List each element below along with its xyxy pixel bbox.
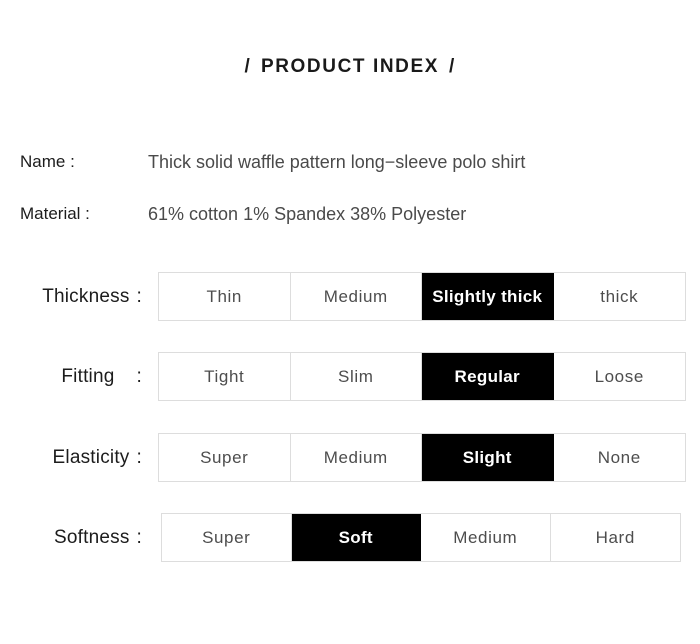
thickness-label: Thickness :	[0, 272, 142, 321]
softness-label: Softness :	[0, 513, 142, 562]
title-right-slash: /	[439, 56, 465, 77]
elasticity-option-slight[interactable]: Slight	[422, 434, 554, 481]
softness-option-soft[interactable]: Soft	[292, 514, 422, 561]
softness-option-super[interactable]: Super	[162, 514, 292, 561]
elasticity-row: Elasticity : Super Medium Slight None	[0, 433, 700, 482]
fitting-label: Fitting :	[0, 352, 142, 401]
softness-label-text: Softness	[54, 527, 130, 549]
title-left-slash: /	[234, 56, 260, 77]
thickness-options: Thin Medium Slightly thick thick	[158, 272, 686, 321]
fitting-option-tight[interactable]: Tight	[159, 353, 291, 400]
fitting-options: Tight Slim Regular Loose	[158, 352, 686, 401]
elasticity-label-text: Elasticity	[53, 447, 130, 469]
fitting-option-slim[interactable]: Slim	[291, 353, 423, 400]
product-material-value: 61% cotton 1% Spandex 38% Polyester	[148, 204, 466, 225]
fitting-option-regular[interactable]: Regular	[422, 353, 554, 400]
softness-option-medium[interactable]: Medium	[421, 514, 551, 561]
thickness-option-thin[interactable]: Thin	[159, 273, 291, 320]
product-material-row: Material : 61% cotton 1% Spandex 38% Pol…	[0, 204, 700, 234]
elasticity-option-super[interactable]: Super	[159, 434, 291, 481]
fitting-row: Fitting : Tight Slim Regular Loose	[0, 352, 700, 401]
product-name-value: Thick solid waffle pattern long−sleeve p…	[148, 152, 525, 173]
softness-label-colon: :	[137, 527, 142, 549]
elasticity-option-medium[interactable]: Medium	[291, 434, 423, 481]
thickness-row: Thickness : Thin Medium Slightly thick t…	[0, 272, 700, 321]
thickness-option-medium[interactable]: Medium	[291, 273, 423, 320]
product-name-row: Name : Thick solid waffle pattern long−s…	[0, 152, 700, 182]
elasticity-label: Elasticity :	[0, 433, 142, 482]
elasticity-options: Super Medium Slight None	[158, 433, 686, 482]
page-title: /PRODUCT INDEX/	[0, 56, 700, 78]
title-text: PRODUCT INDEX	[261, 56, 439, 77]
product-material-label: Material :	[20, 204, 90, 224]
elasticity-label-colon: :	[137, 447, 142, 469]
softness-row: Softness : Super Soft Medium Hard	[0, 513, 700, 562]
thickness-option-slightly-thick[interactable]: Slightly thick	[422, 273, 554, 320]
product-name-label: Name :	[20, 152, 75, 172]
fitting-label-text: Fitting	[61, 366, 114, 388]
thickness-label-text: Thickness	[42, 286, 129, 308]
fitting-option-loose[interactable]: Loose	[554, 353, 686, 400]
thickness-option-thick[interactable]: thick	[554, 273, 686, 320]
fitting-label-colon: :	[137, 366, 142, 388]
thickness-label-colon: :	[137, 286, 142, 308]
softness-option-hard[interactable]: Hard	[551, 514, 681, 561]
elasticity-option-none[interactable]: None	[554, 434, 686, 481]
softness-options: Super Soft Medium Hard	[161, 513, 681, 562]
